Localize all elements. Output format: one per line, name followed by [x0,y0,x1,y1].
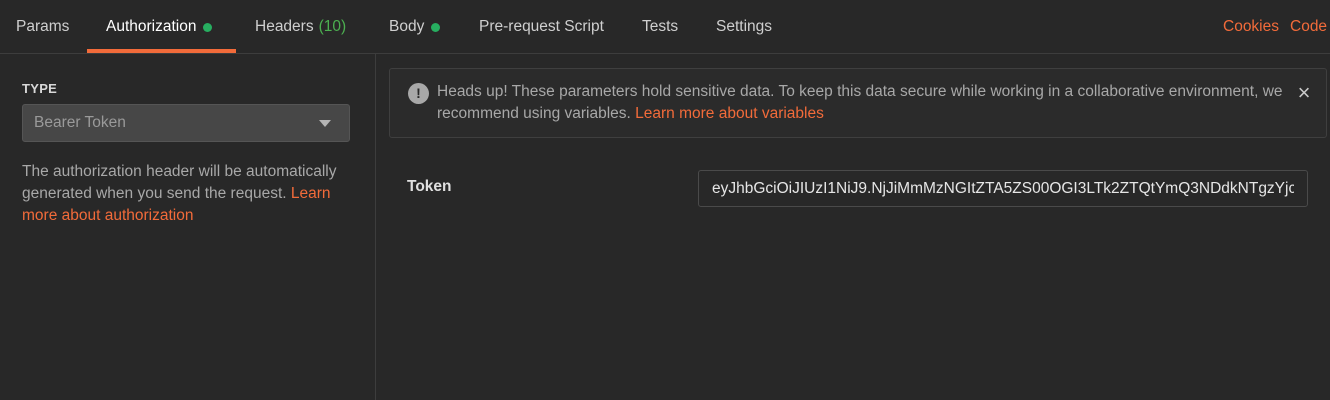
chevron-down-icon [319,120,331,127]
headers-count-badge: (10) [318,18,347,35]
close-icon[interactable]: × [1296,82,1312,104]
auth-help-text: The authorization header will be automat… [22,161,357,227]
banner-text: Heads up! These parameters hold sensitiv… [437,83,1283,122]
tab-headers-label: Headers [255,18,314,35]
status-dot-icon [431,22,441,32]
token-input[interactable] [698,170,1308,207]
banner-message: Heads up! These parameters hold sensitiv… [437,81,1287,125]
tab-tests-label: Tests [642,18,679,35]
auth-type-select[interactable]: Bearer Token [22,104,350,142]
alert-circle-icon: ! [408,83,429,104]
tab-pre-request-script[interactable]: Pre-request Script [479,0,604,54]
auth-help-description: The authorization header will be automat… [22,163,337,202]
tab-headers[interactable]: Headers (10) [255,0,346,54]
tab-tests[interactable]: Tests [642,0,678,54]
active-tab-indicator [87,49,236,53]
tab-settings-label: Settings [716,18,773,35]
request-tab-bar: Params Authorization Headers (10) Body P… [0,0,1330,54]
code-link[interactable]: Code [1290,0,1327,54]
type-heading: TYPE [22,81,58,96]
tab-body[interactable]: Body [389,0,441,54]
learn-more-variables-link[interactable]: Learn more about variables [635,105,824,122]
tab-authorization-label: Authorization [106,18,197,35]
auth-type-panel: TYPE Bearer Token The authorization head… [0,54,376,400]
tab-settings[interactable]: Settings [716,0,772,54]
cookies-link[interactable]: Cookies [1223,0,1279,54]
tab-authorization[interactable]: Authorization [106,0,213,54]
sensitive-data-banner: ! Heads up! These parameters hold sensit… [389,68,1327,138]
tab-params-label: Params [16,18,70,35]
tab-params[interactable]: Params [16,0,69,54]
tab-pre-request-script-label: Pre-request Script [479,18,604,35]
status-dot-icon [203,22,213,32]
tab-body-label: Body [389,18,425,35]
token-label: Token [407,178,452,195]
auth-type-selected: Bearer Token [34,114,126,131]
